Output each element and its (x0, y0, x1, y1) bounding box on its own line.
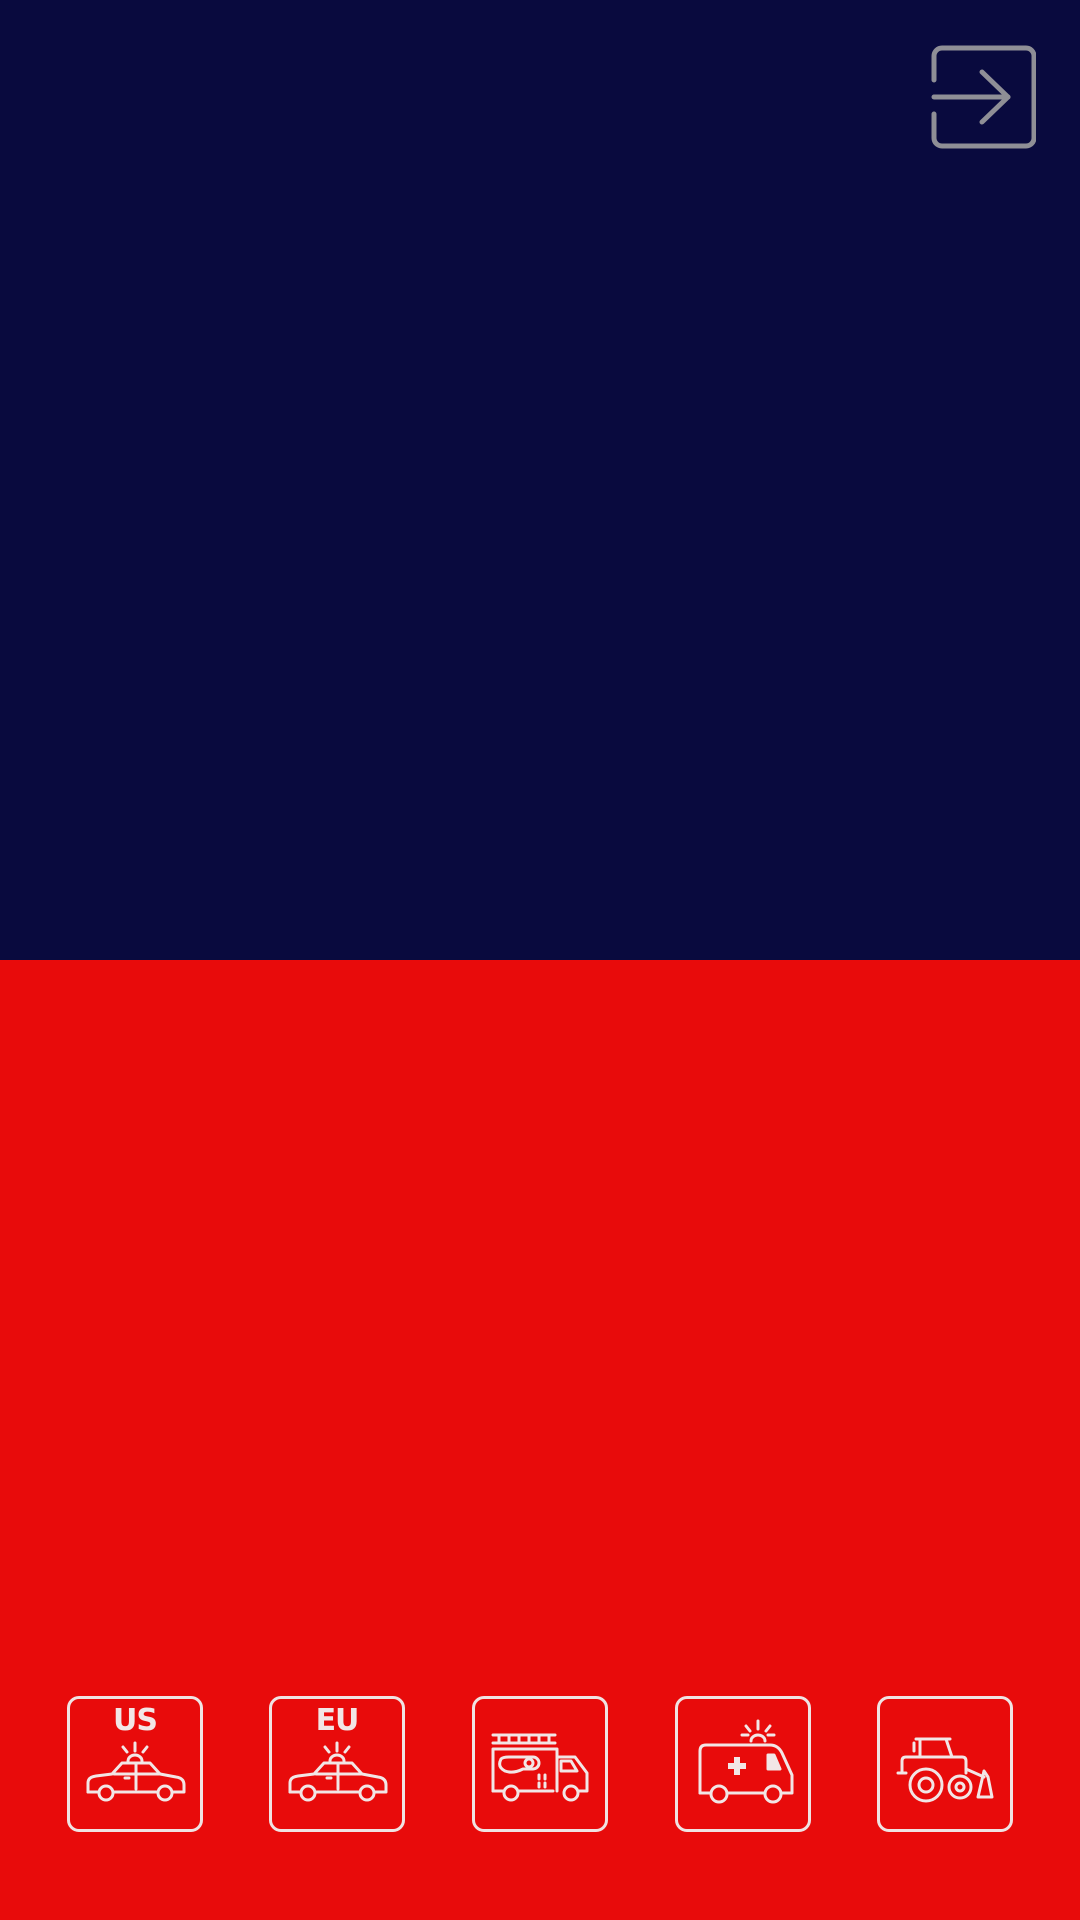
police-car-icon (86, 1741, 186, 1802)
fire-truck-icon (491, 1733, 589, 1802)
vehicle-button-us-police[interactable]: US (67, 1696, 203, 1832)
vehicle-button-ambulance[interactable] (675, 1696, 811, 1832)
vehicle-button-eu-police[interactable]: EU (269, 1696, 405, 1832)
bulldozer-icon (896, 1737, 994, 1803)
exit-button[interactable] (930, 44, 1036, 150)
exit-arrow-icon (931, 45, 1036, 149)
police-car-icon (288, 1741, 388, 1802)
top-light-panel[interactable] (0, 0, 1080, 960)
vehicle-button-bulldozer[interactable] (877, 1696, 1013, 1832)
siren-screen: US EU (0, 0, 1080, 1920)
vehicle-button-fire-truck[interactable] (472, 1696, 608, 1832)
ambulance-icon (698, 1719, 794, 1804)
vehicle-selector: US EU (0, 1696, 1080, 1832)
